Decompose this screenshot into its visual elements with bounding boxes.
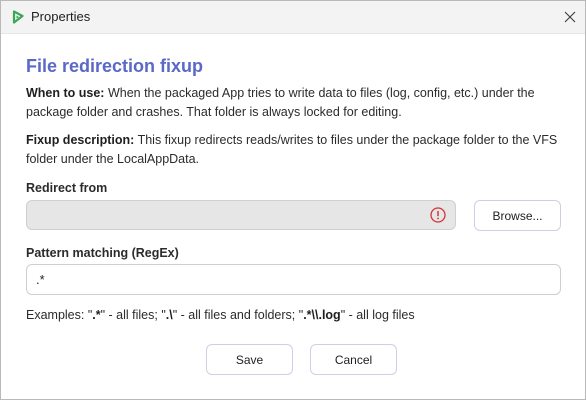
examples-text: Examples: ".*" - all files; ".\" - all f… <box>26 307 415 323</box>
examples-sep-2: " - all files and folders; " <box>172 308 304 322</box>
examples-sep-3: " - all log files <box>340 308 415 322</box>
pattern-input[interactable]: .* <box>26 264 561 295</box>
properties-dialog: Properties File redirection fixup When t… <box>0 0 586 400</box>
redirect-from-label: Redirect from <box>26 181 108 195</box>
save-button[interactable]: Save <box>206 344 293 375</box>
when-to-use-label: When to use: <box>26 86 105 100</box>
examples-sep-1: " - all files; " <box>100 308 166 322</box>
close-icon <box>564 11 576 23</box>
title-bar: Properties <box>1 1 585 34</box>
when-to-use-text: When to use: When the packaged App tries… <box>26 84 566 122</box>
redirect-from-input <box>26 200 456 230</box>
examples-prefix: Examples: " <box>26 308 93 322</box>
example-log-files: .*\\.log <box>303 308 341 322</box>
cancel-button[interactable]: Cancel <box>310 344 397 375</box>
example-all-files: .* <box>92 308 101 322</box>
page-title: File redirection fixup <box>26 56 204 76</box>
close-button[interactable] <box>555 1 585 33</box>
example-files-and-folders: .\ <box>165 308 173 322</box>
fixup-description-text: Fixup description: This fixup redirects … <box>26 131 566 169</box>
pattern-matching-label: Pattern matching (RegEx) <box>26 246 179 260</box>
window-title: Properties <box>31 9 91 24</box>
browse-button[interactable]: Browse... <box>474 200 561 231</box>
fixup-description-label: Fixup description: <box>26 133 135 147</box>
app-logo-icon <box>11 10 25 24</box>
error-icon <box>430 207 446 223</box>
